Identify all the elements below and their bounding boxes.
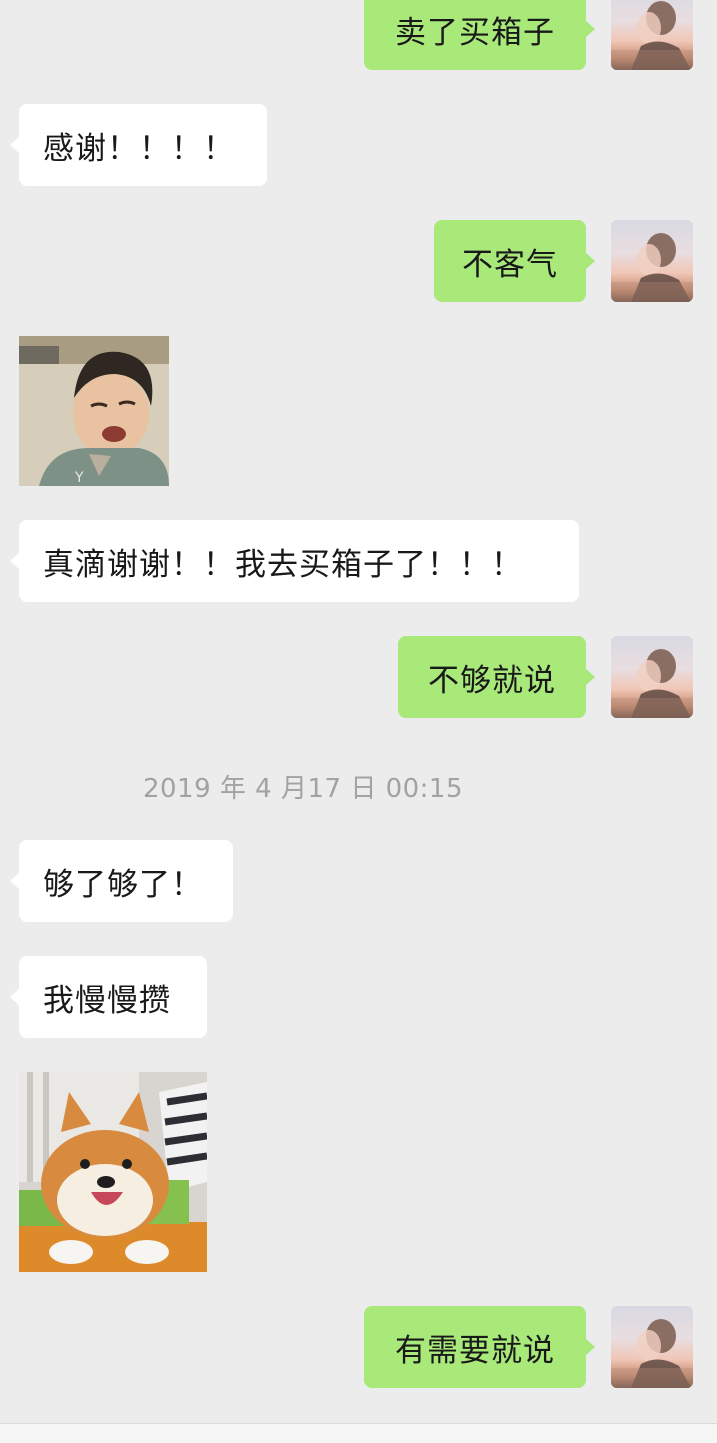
input-bar-edge (0, 1423, 717, 1443)
message-bubble-outgoing[interactable]: 不够就说 (398, 636, 595, 718)
my-avatar[interactable] (611, 636, 693, 718)
crying-child-sticker-image: Y (19, 336, 169, 486)
message-bubble-outgoing[interactable]: 卖了买箱子 (364, 0, 595, 70)
profile-avatar-icon (611, 649, 693, 718)
message-bubble-outgoing[interactable]: 有需要就说 (364, 1306, 595, 1388)
profile-avatar-icon (611, 1, 693, 70)
smiling-shiba-dog-sticker[interactable] (19, 1072, 207, 1272)
my-avatar[interactable] (611, 220, 693, 302)
profile-avatar-icon (611, 1319, 693, 1388)
message-bubble-incoming[interactable]: 够了够了！ (10, 840, 233, 922)
message-bubble-outgoing[interactable]: 不客气 (434, 220, 595, 302)
message-bubble-incoming[interactable]: 真滴谢谢！！我去买箱子了！！！ (10, 520, 579, 602)
chat-timestamp: 2019 年 4 月17 日 00:15 (142, 774, 464, 804)
crying-child-sticker[interactable]: Y (19, 336, 169, 486)
message-bubble-incoming[interactable]: 感谢！！！！ (10, 104, 267, 186)
message-bubble-incoming[interactable]: 我慢慢攒 (10, 956, 207, 1038)
profile-avatar-icon (611, 233, 693, 302)
shiba-dog-sticker-image (19, 1072, 207, 1272)
my-avatar[interactable] (611, 1306, 693, 1388)
my-avatar[interactable] (611, 0, 693, 70)
svg-text:Y: Y (74, 470, 84, 486)
